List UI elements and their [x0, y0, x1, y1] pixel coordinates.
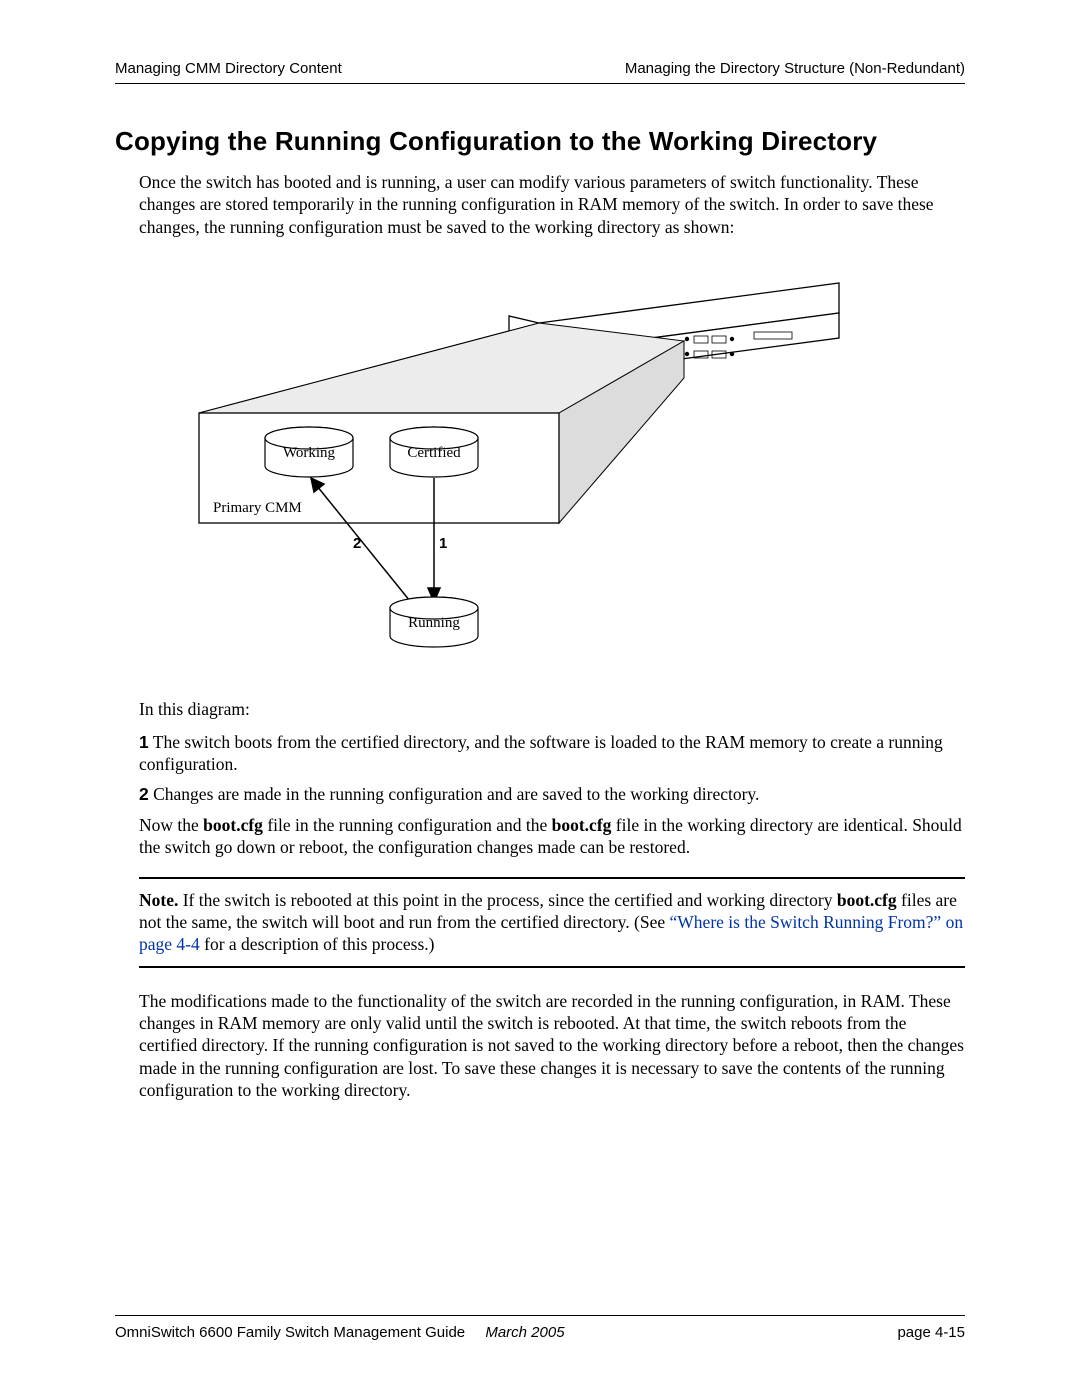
note-body-3: for a description of this process.) — [200, 934, 435, 954]
now-pre: Now the — [139, 815, 203, 835]
page-header: Managing CMM Directory Content Managing … — [115, 60, 965, 84]
footer-guide: OmniSwitch 6600 Family Switch Management… — [115, 1324, 465, 1341]
section-title: Copying the Running Configuration to the… — [115, 126, 965, 157]
bootcfg-1: boot.cfg — [203, 815, 263, 835]
now-mid: file in the running configuration and th… — [263, 815, 552, 835]
footer-left: OmniSwitch 6600 Family Switch Management… — [115, 1324, 565, 1341]
footer-page: page 4-15 — [897, 1324, 965, 1341]
figure-diagram: Working Certified Primary CMM 1 2 — [139, 268, 965, 668]
note-bootcfg: boot.cfg — [837, 890, 897, 910]
note-box: Note. If the switch is rebooted at this … — [139, 877, 965, 968]
label-certified: Certified — [407, 445, 461, 461]
step-1-text: The switch boots from the certified dire… — [139, 732, 943, 774]
step-2-number: 2 — [139, 784, 149, 804]
label-arrow-2: 2 — [353, 535, 361, 552]
bootcfg-2: boot.cfg — [552, 815, 612, 835]
step-2: 2 Changes are made in the running config… — [115, 783, 965, 805]
label-running: Running — [408, 615, 460, 631]
note-body-1: If the switch is rebooted at this point … — [178, 890, 837, 910]
step-1: 1 The switch boots from the certified di… — [115, 731, 965, 776]
header-left: Managing CMM Directory Content — [115, 60, 342, 77]
note-label: Note. — [139, 890, 178, 910]
step-2-text: Changes are made in the running configur… — [149, 784, 760, 804]
header-right: Managing the Directory Structure (Non-Re… — [625, 60, 965, 77]
page-footer: OmniSwitch 6600 Family Switch Management… — [115, 1315, 965, 1341]
bootcfg-paragraph: Now the boot.cfg file in the running con… — [115, 814, 965, 859]
step-1-number: 1 — [139, 732, 149, 752]
page: Managing CMM Directory Content Managing … — [0, 0, 1080, 1397]
label-working: Working — [283, 445, 336, 461]
label-primary-cmm: Primary CMM — [213, 500, 302, 516]
closing-paragraph: The modifications made to the functional… — [115, 990, 965, 1102]
label-arrow-1: 1 — [439, 535, 447, 552]
footer-date: March 2005 — [485, 1324, 564, 1341]
in-this-diagram: In this diagram: — [115, 698, 965, 720]
intro-paragraph: Once the switch has booted and is runnin… — [115, 171, 965, 238]
footer-rule — [115, 1315, 965, 1316]
